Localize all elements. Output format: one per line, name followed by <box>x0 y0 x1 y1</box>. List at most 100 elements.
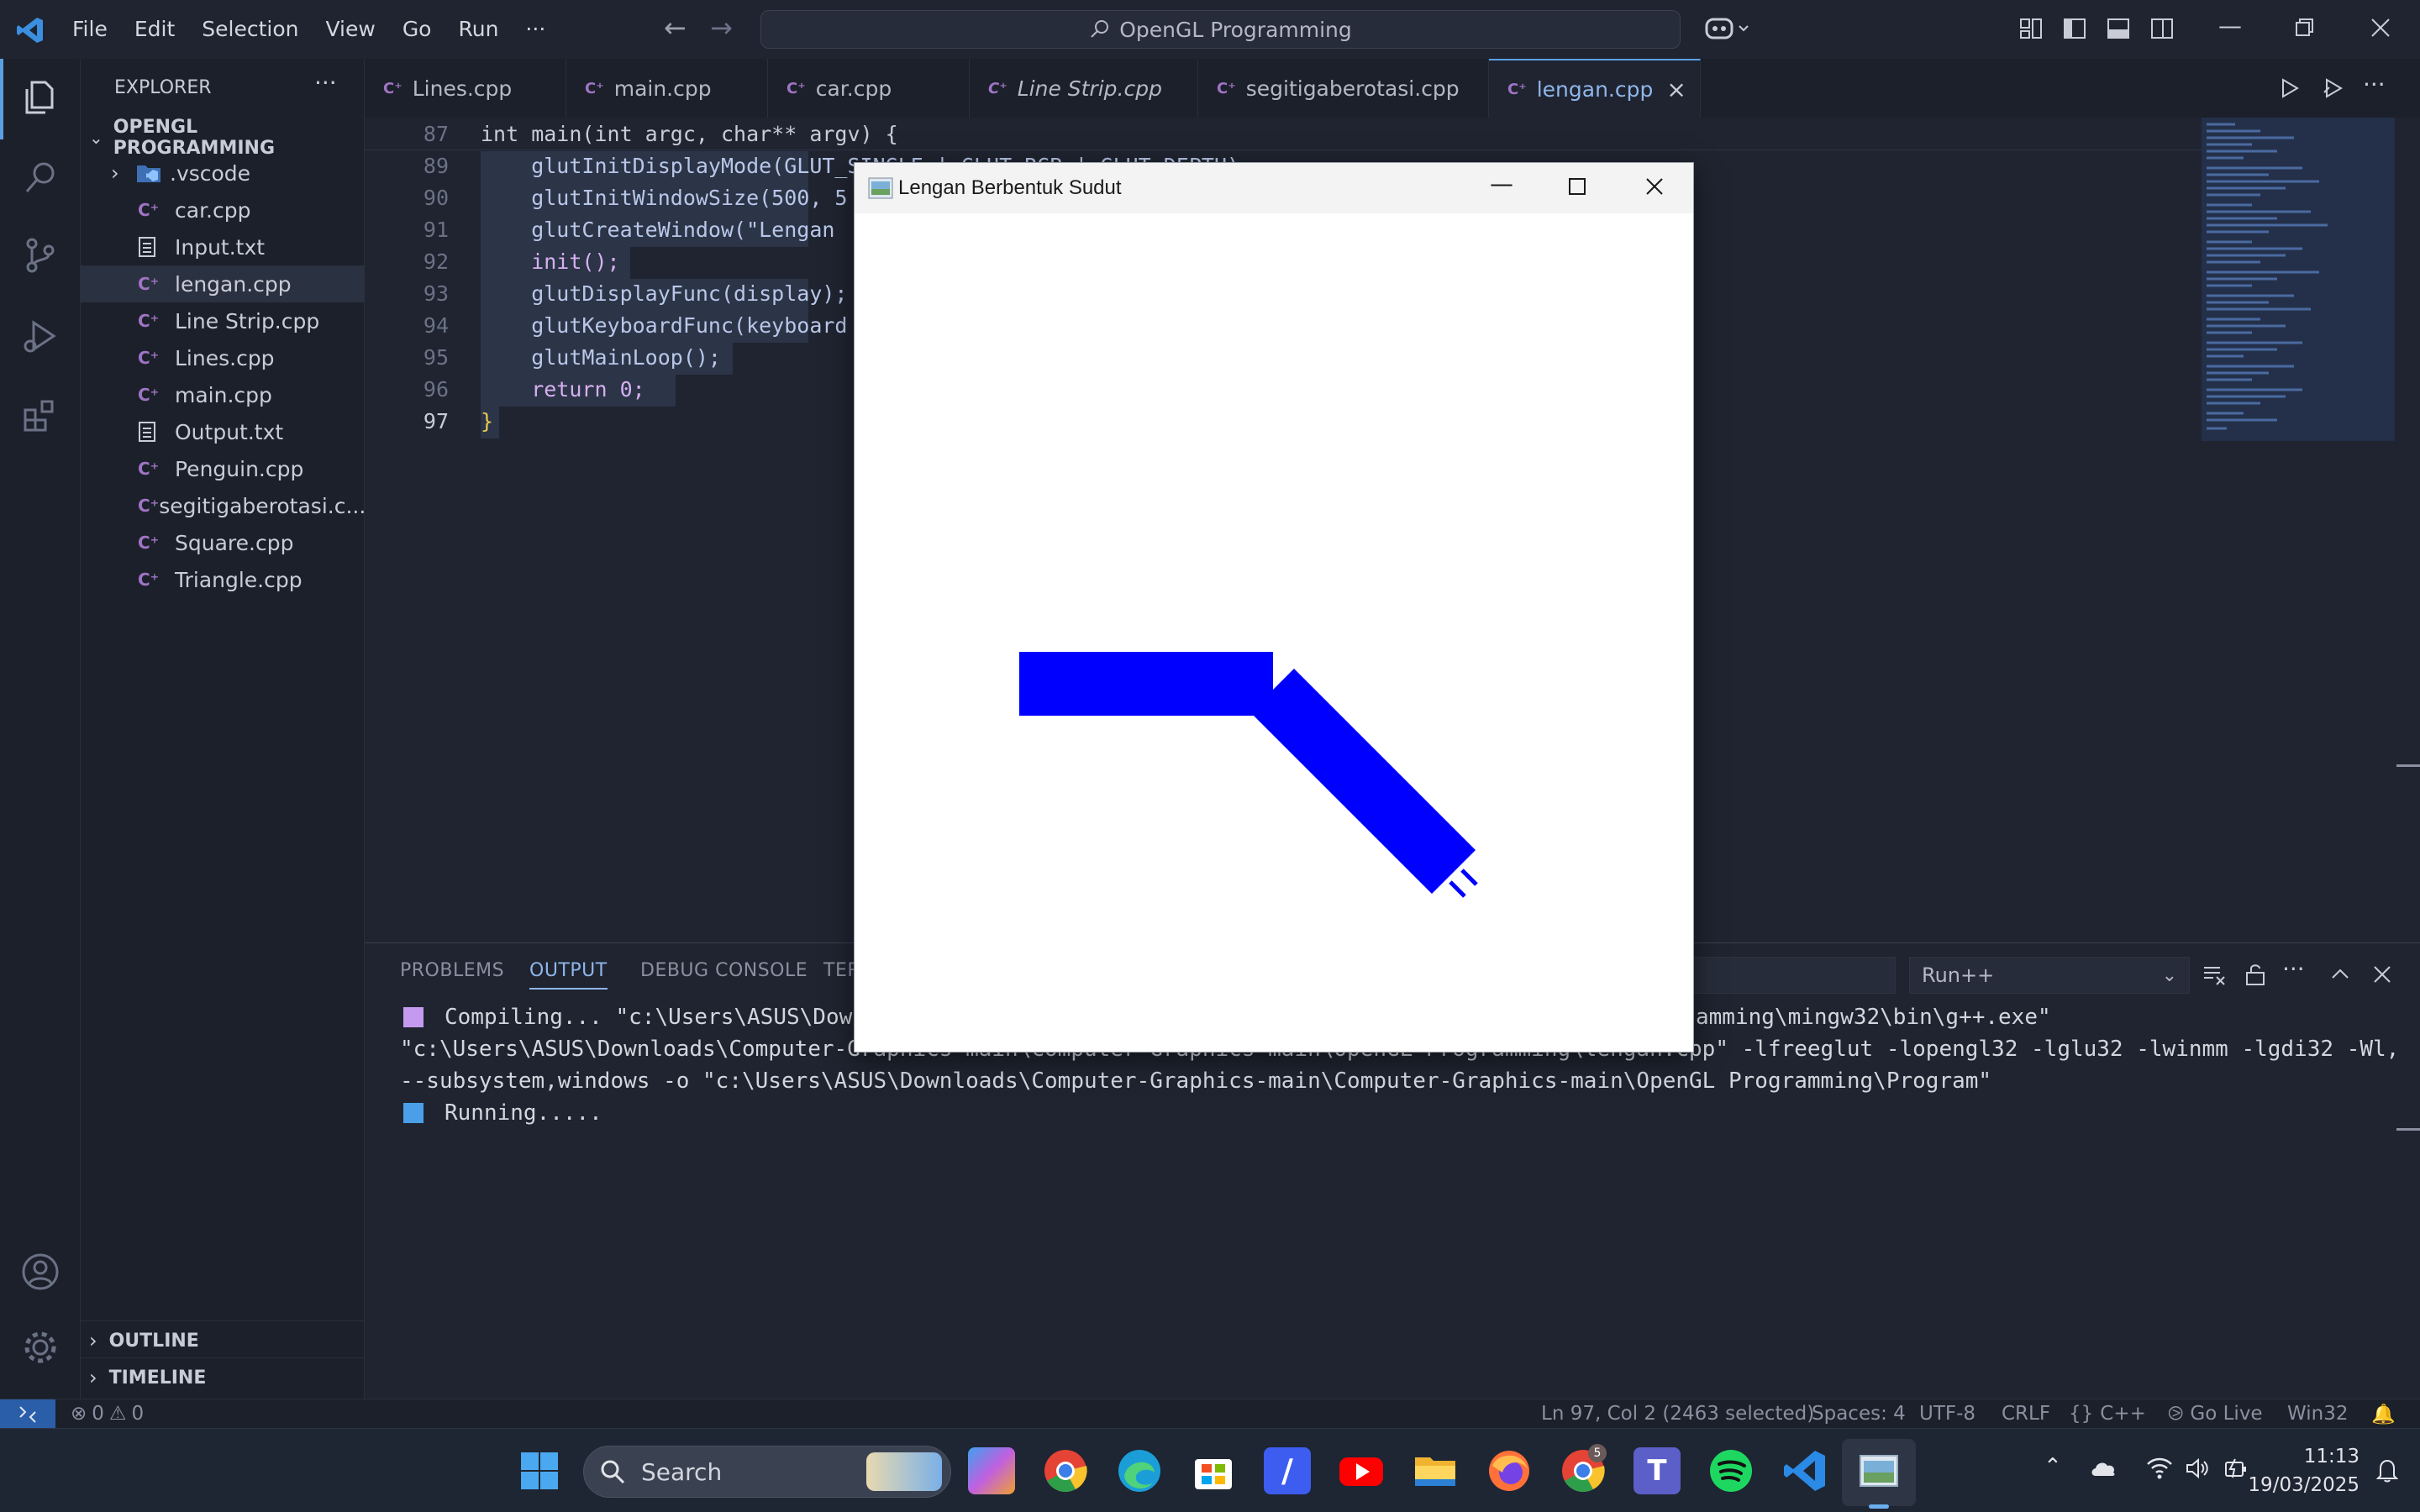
tree-item-penguin-cpp[interactable]: C⁺ Penguin.cpp <box>81 450 365 487</box>
outline-section-header[interactable]: › OUTLINE <box>81 1322 365 1359</box>
wifi-icon[interactable] <box>2146 1456 2173 1481</box>
tab-problems[interactable]: PROBLEMS <box>400 960 504 981</box>
glut-window-titlebar[interactable]: Lengan Berbentuk Sudut — <box>855 163 1693 213</box>
lock-scroll-icon[interactable] <box>2244 962 2267 987</box>
glut-window-taskbar-icon[interactable] <box>1855 1447 1902 1494</box>
youtube-icon[interactable] <box>1338 1447 1385 1494</box>
toggle-secondary-sidebar-icon[interactable] <box>2150 17 2174 40</box>
glut-maximize-button[interactable] <box>1567 176 1587 197</box>
forward-arrow-icon[interactable]: → <box>710 12 733 44</box>
explorer-more-icon[interactable]: ··· <box>314 69 337 97</box>
tree-item-vscode[interactable]: › .vscode <box>81 155 365 192</box>
tab-lengan-cpp[interactable]: C⁺ lengan.cpp × <box>1489 59 1701 118</box>
close-window-button[interactable] <box>2370 17 2391 39</box>
remote-indicator[interactable] <box>0 1399 55 1429</box>
tab-debug-console[interactable]: DEBUG CONSOLE <box>640 960 808 981</box>
firefox-icon[interactable] <box>1486 1447 1533 1494</box>
timeline-section-header[interactable]: › TIMELINE <box>81 1359 365 1396</box>
explorer-icon[interactable] <box>20 77 60 118</box>
copilot-icon[interactable] <box>1704 15 1753 44</box>
minimize-button[interactable]: — <box>2218 12 2242 39</box>
source-control-icon[interactable] <box>20 235 60 276</box>
spotify-icon[interactable] <box>1707 1447 1754 1494</box>
glut-close-button[interactable] <box>1644 176 1665 197</box>
chrome-icon[interactable] <box>1042 1447 1089 1494</box>
app-launcher-icon[interactable]: ∕ <box>1264 1447 1311 1494</box>
microsoft-store-icon[interactable] <box>1190 1447 1237 1494</box>
menu-view[interactable]: View <box>325 17 375 41</box>
close-tab-icon[interactable]: × <box>1666 76 1686 103</box>
tab-main-cpp[interactable]: C⁺ main.cpp <box>566 59 768 118</box>
tree-item-triangle-cpp[interactable]: C⁺ Triangle.cpp <box>81 561 365 598</box>
search-icon <box>601 1460 625 1484</box>
teams-icon[interactable]: T <box>1634 1447 1681 1494</box>
back-arrow-icon[interactable]: ← <box>664 12 687 44</box>
project-folder-header[interactable]: ⌄ OPENGL PROGRAMMING <box>81 117 365 159</box>
tree-item-car-cpp[interactable]: C⁺ car.cpp <box>81 192 365 228</box>
run-file-icon[interactable] <box>2279 77 2301 99</box>
menu-file[interactable]: File <box>72 17 108 41</box>
tree-item-lengan-cpp[interactable]: C⁺ lengan.cpp <box>81 265 365 302</box>
tree-item-line-strip-cpp[interactable]: C⁺ Line Strip.cpp <box>81 302 365 339</box>
menu-more[interactable]: ··· <box>525 17 545 41</box>
close-panel-icon[interactable] <box>2371 963 2393 985</box>
output-filter-input[interactable] <box>1686 957 1896 994</box>
end-of-line[interactable]: CRLF <box>2002 1403 2050 1425</box>
notification-center-bell-icon[interactable] <box>2376 1457 2398 1483</box>
clock-date[interactable]: 19/03/2025 <box>2235 1474 2360 1496</box>
tree-item-main-cpp[interactable]: C⁺ main.cpp <box>81 376 365 413</box>
language-mode[interactable]: {} C++ <box>2069 1403 2146 1425</box>
run-debug-icon[interactable] <box>20 316 60 356</box>
cursor-position[interactable]: Ln 97, Col 2 (2463 selected) <box>1541 1403 1814 1425</box>
customize-layout-icon[interactable] <box>2019 17 2043 40</box>
menu-go[interactable]: Go <box>402 17 432 41</box>
output-channel-select[interactable]: Run++ ⌄ <box>1909 957 2190 994</box>
encoding[interactable]: UTF-8 <box>1919 1403 1975 1425</box>
file-explorer-icon[interactable] <box>1412 1447 1459 1494</box>
tab-lines-cpp[interactable]: C⁺ Lines.cpp <box>365 59 566 118</box>
extensions-icon[interactable] <box>20 395 60 435</box>
tab-segitigaberotasi-cpp[interactable]: C⁺ segitigaberotasi.cpp <box>1198 59 1489 118</box>
tree-item-lines-cpp[interactable]: C⁺ Lines.cpp <box>81 339 365 376</box>
platform[interactable]: Win32 <box>2287 1403 2348 1425</box>
edge-icon[interactable] <box>1116 1447 1163 1494</box>
notifications-bell-icon[interactable]: 🔔 <box>2371 1403 2396 1425</box>
run-debug-file-icon[interactable] <box>2323 77 2344 99</box>
command-center[interactable]: OpenGL Programming <box>760 10 1681 49</box>
show-hidden-icons-chevron-icon[interactable]: ⌃ <box>2044 1454 2062 1479</box>
tab-line-strip-cpp[interactable]: C⁺ Line Strip.cpp <box>970 59 1198 118</box>
go-live-button[interactable]: ⧁ Go Live <box>2168 1403 2263 1425</box>
clock-time[interactable]: 11:13 <box>2275 1446 2360 1467</box>
taskbar-search-box[interactable]: Search <box>583 1446 951 1498</box>
tab-output[interactable]: OUTPUT <box>529 960 608 990</box>
clear-output-icon[interactable] <box>2202 962 2227 987</box>
tree-item-segitigaberotasi-cpp[interactable]: C⁺ segitigaberotasi.c... <box>81 487 366 524</box>
search-view-icon[interactable] <box>20 158 60 198</box>
manage-gear-icon[interactable] <box>20 1327 60 1368</box>
glut-window[interactable]: Lengan Berbentuk Sudut — <box>854 162 1694 1053</box>
glut-minimize-button[interactable]: — <box>1490 170 1513 197</box>
accounts-icon[interactable] <box>20 1252 60 1292</box>
restore-button[interactable] <box>2294 17 2316 39</box>
tree-item-square-cpp[interactable]: C⁺ Square.cpp <box>81 524 365 561</box>
editor-more-icon[interactable]: ··· <box>2363 71 2386 98</box>
indentation[interactable]: Spaces: 4 <box>1812 1403 1906 1425</box>
menu-run[interactable]: Run <box>458 17 498 41</box>
problems-indicator[interactable]: ⊗ 0 ⚠ 0 <box>71 1403 144 1425</box>
toggle-panel-icon[interactable] <box>2107 17 2130 40</box>
copilot-app-icon[interactable] <box>968 1447 1015 1494</box>
menu-selection[interactable]: Selection <box>202 17 298 41</box>
glut-canvas[interactable] <box>855 213 1693 1052</box>
vscode-taskbar-icon[interactable] <box>1781 1447 1828 1494</box>
panel-more-icon[interactable]: ··· <box>2282 955 2305 983</box>
maximize-panel-icon[interactable] <box>2329 963 2351 985</box>
tree-item-output-txt[interactable]: Output.txt <box>81 413 365 450</box>
minimap[interactable] <box>2202 118 2395 441</box>
windows-start-icon[interactable] <box>519 1451 560 1491</box>
menu-edit[interactable]: Edit <box>134 17 175 41</box>
volume-icon[interactable] <box>2185 1456 2210 1481</box>
tree-item-input-txt[interactable]: Input.txt <box>81 228 365 265</box>
toggle-primary-sidebar-icon[interactable] <box>2063 17 2086 40</box>
onedrive-icon[interactable] <box>2089 1457 2118 1478</box>
tab-car-cpp[interactable]: C⁺ car.cpp <box>768 59 970 118</box>
